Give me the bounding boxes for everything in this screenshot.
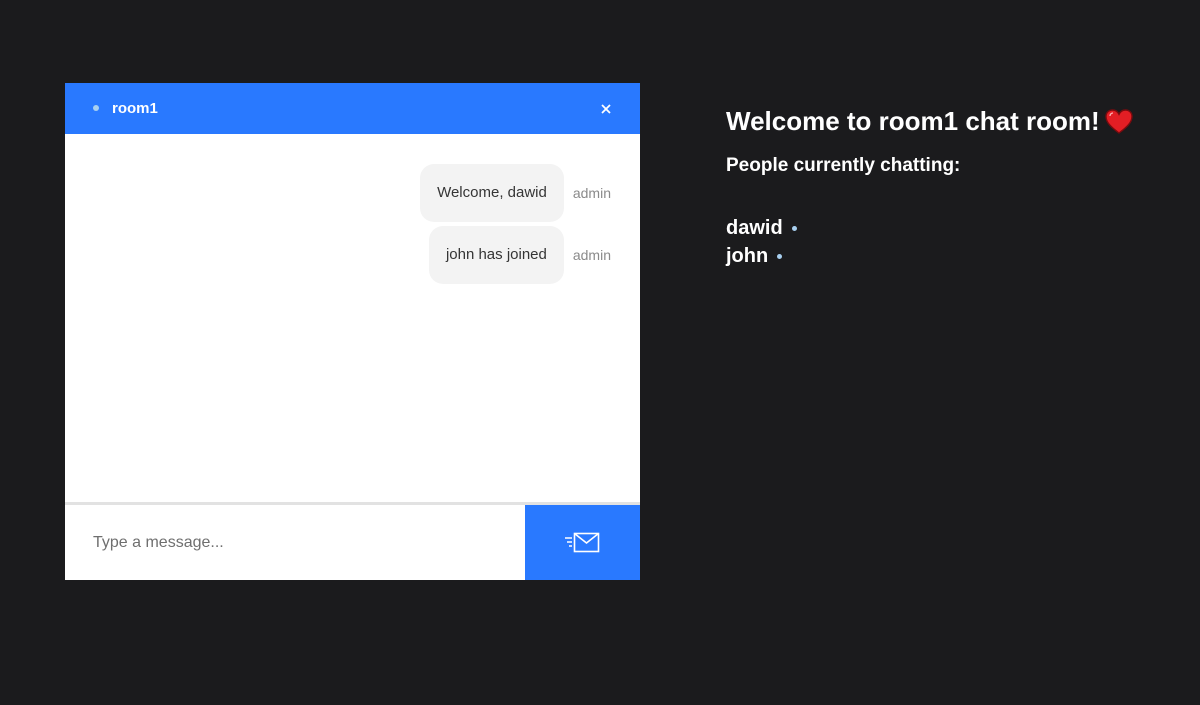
message-bubble: john has joined — [428, 226, 564, 284]
room-info-panel: Welcome to room1 chat room! People curre… — [726, 104, 1134, 270]
online-status-icon — [791, 225, 797, 231]
welcome-title: Welcome to room1 chat room! — [726, 104, 1134, 138]
close-icon — [601, 104, 611, 114]
envelope-send-icon — [564, 532, 599, 552]
message-list: Welcome, dawid admin john has joined adm… — [65, 134, 640, 502]
people-list: dawid john — [726, 214, 1134, 270]
online-status-icon — [93, 105, 99, 111]
message-sender: admin — [572, 185, 611, 201]
welcome-title-text: Welcome to room1 chat room! — [726, 106, 1100, 136]
send-button[interactable] — [525, 505, 640, 580]
message-bubble: Welcome, dawid — [420, 164, 564, 222]
person-item: dawid — [726, 214, 1134, 242]
room-name: room1 — [112, 100, 158, 117]
heart-icon — [1104, 108, 1133, 134]
person-name: john — [726, 245, 769, 267]
message-item: john has joined admin — [428, 226, 611, 284]
chat-window: room1 Welcome, dawid admin john has join… — [65, 83, 640, 580]
close-button[interactable] — [596, 96, 616, 120]
person-name: dawid — [726, 217, 783, 239]
message-composer — [65, 502, 640, 580]
online-status-icon — [777, 253, 783, 259]
chat-header: room1 — [65, 83, 640, 134]
people-heading: People currently chatting: — [726, 155, 961, 176]
message-item: Welcome, dawid admin — [420, 164, 611, 222]
message-input[interactable] — [65, 505, 525, 580]
message-sender: admin — [572, 247, 611, 263]
person-item: john — [726, 242, 1134, 270]
